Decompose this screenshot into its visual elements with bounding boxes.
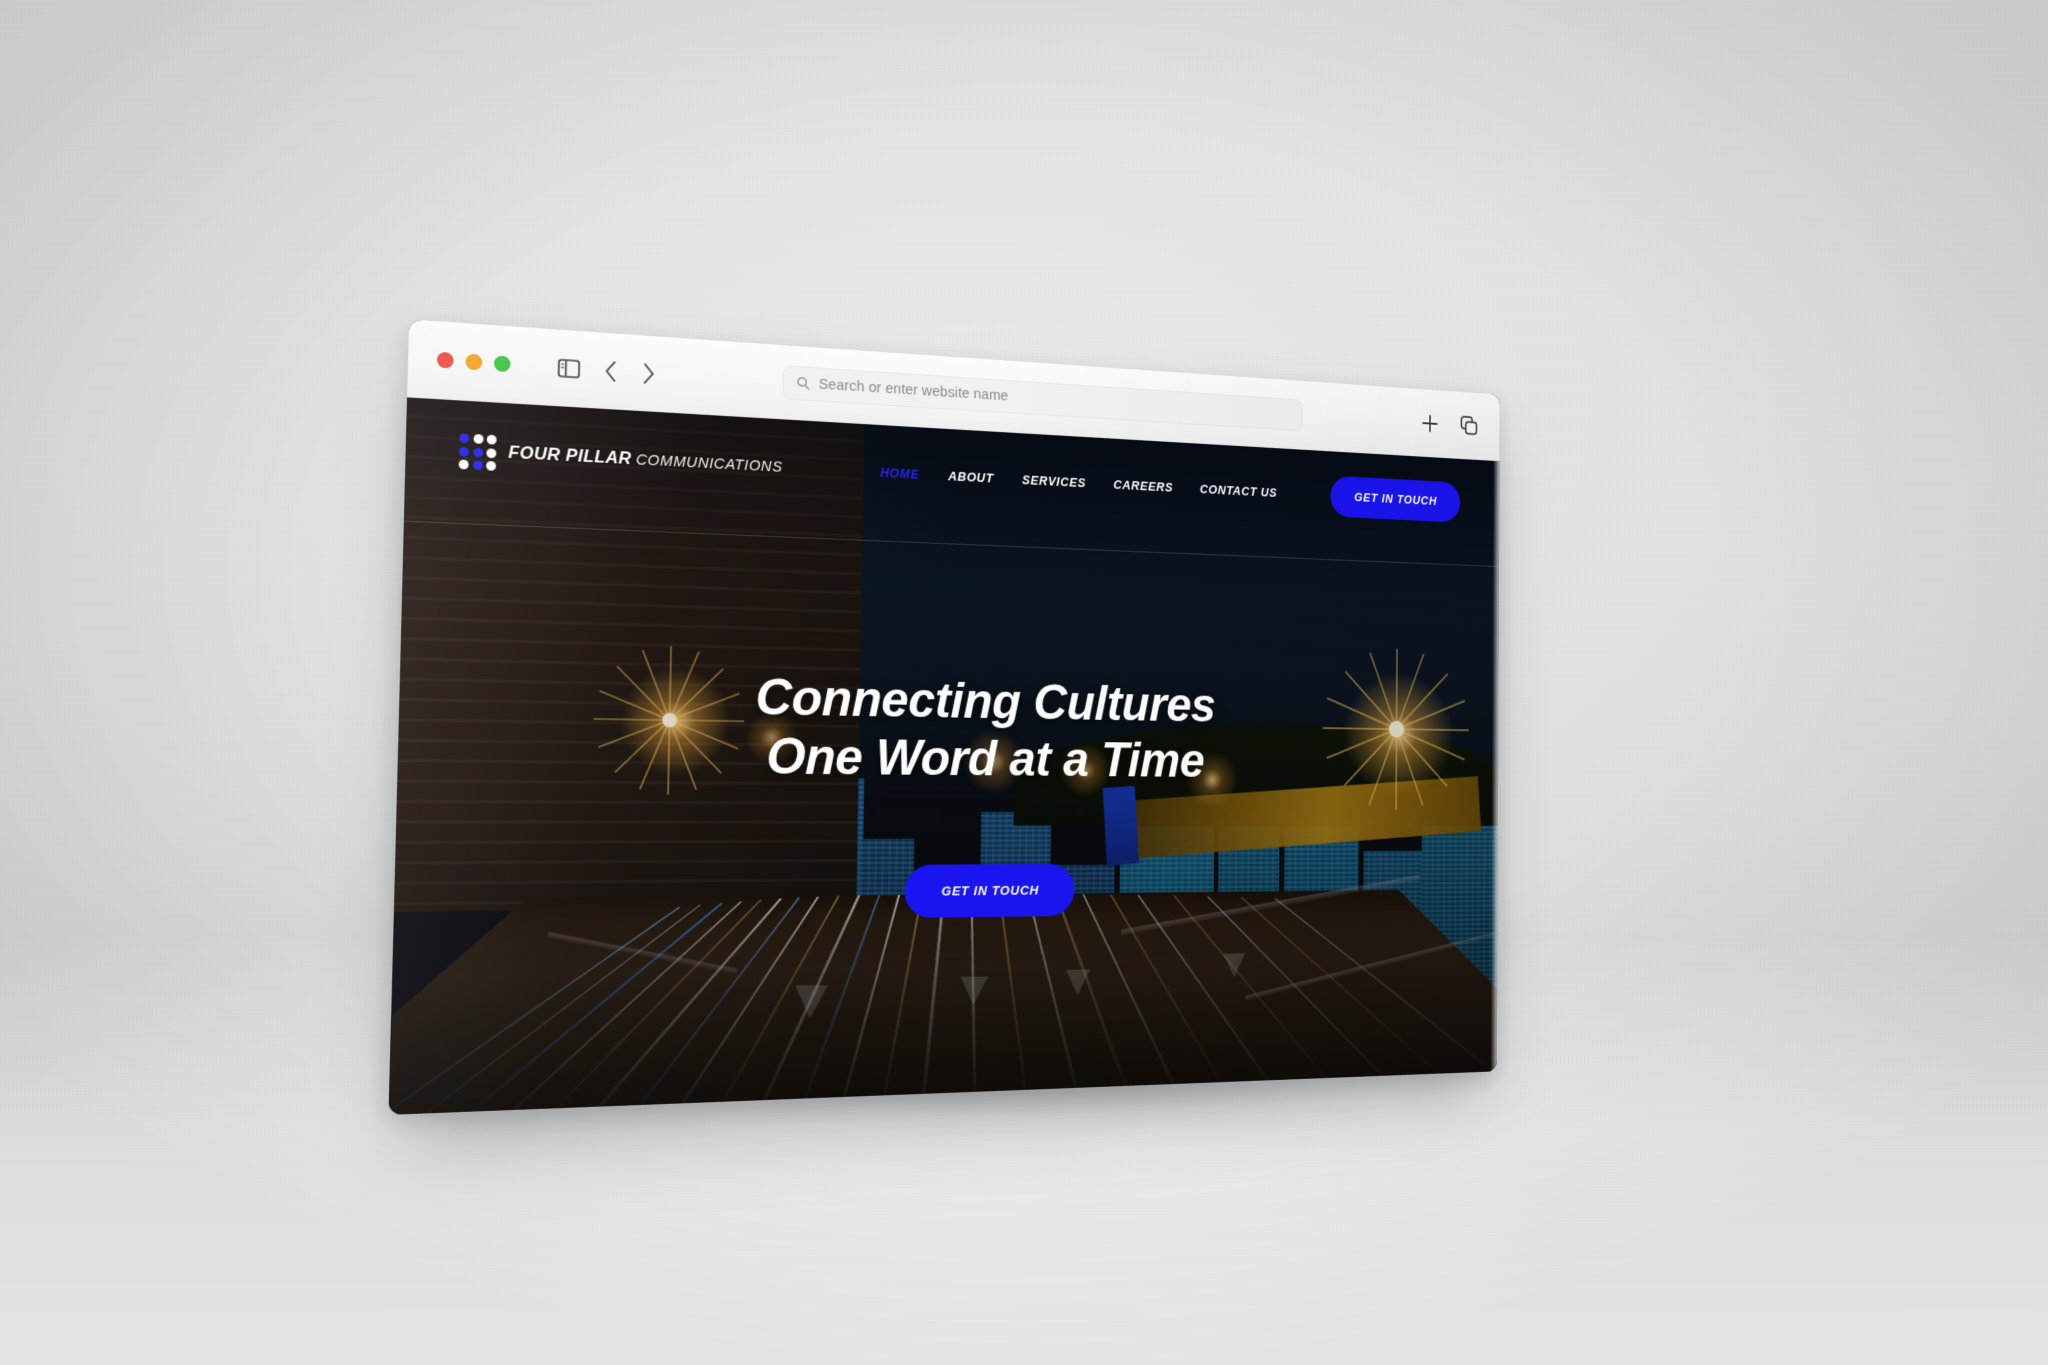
logo-line-1: FOUR PILLAR bbox=[508, 443, 632, 469]
logo-wordmark: FOUR PILLAR COMMUNICATIONS bbox=[508, 443, 783, 477]
sidebar-icon[interactable] bbox=[558, 358, 581, 378]
hero-section: Connecting Cultures One Word at a Time G… bbox=[394, 659, 1499, 925]
plus-icon[interactable] bbox=[1421, 412, 1439, 433]
hero-heading: Connecting Cultures One Word at a Time bbox=[754, 667, 1216, 788]
page-viewport: FOUR PILLAR COMMUNICATIONS HOME ABOUT SE… bbox=[388, 397, 1500, 1115]
perspective-container: Search or enter website name FOUR PILLAR… bbox=[0, 0, 2048, 1365]
dot-grid-icon bbox=[458, 433, 497, 471]
hero-heading-line-2: One Word at a Time bbox=[765, 727, 1205, 788]
chevron-right-icon[interactable] bbox=[641, 361, 656, 384]
nav-item-about[interactable]: ABOUT bbox=[948, 469, 994, 485]
site-logo[interactable]: FOUR PILLAR COMMUNICATIONS bbox=[458, 433, 783, 485]
nav-item-careers[interactable]: CAREERS bbox=[1113, 478, 1173, 494]
hero-get-in-touch-button[interactable]: GET IN TOUCH bbox=[904, 863, 1075, 919]
main-navigation: HOME ABOUT SERVICES CAREERS CONTACT US G… bbox=[880, 451, 1461, 523]
header-get-in-touch-button[interactable]: GET IN TOUCH bbox=[1330, 475, 1461, 523]
close-window-button[interactable] bbox=[436, 351, 454, 369]
chevron-left-icon[interactable] bbox=[603, 359, 618, 383]
zoom-window-button[interactable] bbox=[493, 355, 511, 373]
address-bar-placeholder: Search or enter website name bbox=[818, 376, 1009, 404]
nav-item-home[interactable]: HOME bbox=[880, 466, 919, 482]
nav-item-services[interactable]: SERVICES bbox=[1022, 473, 1086, 490]
tabs-icon[interactable] bbox=[1460, 415, 1478, 436]
logo-line-2: COMMUNICATIONS bbox=[635, 452, 783, 477]
window-traffic-lights bbox=[436, 351, 511, 373]
browser-window: Search or enter website name FOUR PILLAR… bbox=[388, 319, 1500, 1115]
nav-item-contact-us[interactable]: CONTACT US bbox=[1200, 483, 1277, 500]
search-icon bbox=[797, 376, 810, 390]
scene-backdrop: Search or enter website name FOUR PILLAR… bbox=[0, 0, 2048, 1365]
navigation-controls bbox=[558, 356, 657, 385]
minimize-window-button[interactable] bbox=[465, 353, 483, 371]
address-bar[interactable]: Search or enter website name bbox=[782, 364, 1303, 431]
toolbar-right-controls bbox=[1421, 412, 1479, 436]
hero-heading-line-1: Connecting Cultures bbox=[754, 668, 1216, 733]
